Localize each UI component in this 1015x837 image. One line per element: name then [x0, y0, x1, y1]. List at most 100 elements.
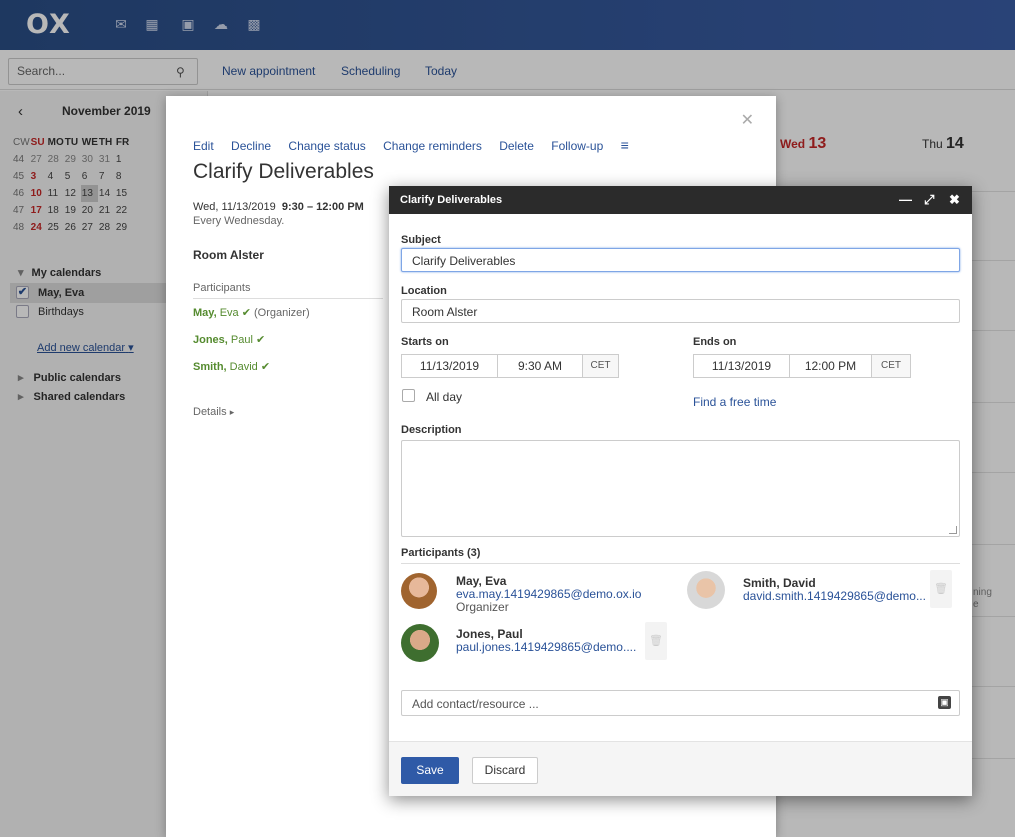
minical-day[interactable]: 25 — [47, 219, 64, 236]
minical-day[interactable]: 21 — [98, 202, 115, 219]
minical-day[interactable]: 7 — [98, 168, 115, 185]
day-header-wed[interactable]: Wed 13 — [780, 135, 826, 153]
minical-day[interactable]: 27 — [30, 151, 47, 168]
minical-day[interactable]: 20 — [81, 202, 98, 219]
minical-day[interactable]: 1 — [115, 151, 132, 168]
minical-day[interactable]: 14 — [98, 185, 115, 202]
participant-jones-paul[interactable]: Jones, Paul ✔ — [193, 333, 265, 346]
change-status-link[interactable]: Change status — [288, 139, 365, 153]
day-header-thu[interactable]: Thu 14 — [922, 135, 964, 153]
add-contact-input[interactable]: Add contact/resource ... ▣ — [401, 690, 960, 716]
address-book-icon[interactable]: ▣ — [938, 696, 951, 709]
discard-button[interactable]: Discard — [472, 757, 538, 784]
details-toggle[interactable]: Details ▸ — [193, 406, 234, 418]
minical-day[interactable]: 6 — [81, 168, 98, 185]
public-calendars-label: Public calendars — [33, 372, 121, 384]
calendar-icon[interactable]: ▦ — [142, 14, 162, 34]
description-label: Description — [401, 424, 462, 436]
participant-email[interactable]: paul.jones.1419429865@demo.... — [456, 640, 636, 654]
minical-day[interactable]: 26 — [64, 219, 81, 236]
minical-day[interactable]: 3 — [30, 168, 47, 185]
participant-email[interactable]: david.smith.1419429865@demo... — [743, 589, 926, 603]
add-new-calendar-link[interactable]: Add new calendar ▾ — [37, 341, 134, 354]
search-input[interactable]: Search... — [8, 58, 198, 85]
minical-day[interactable]: 8 — [115, 168, 132, 185]
close-icon[interactable]: ✕ — [741, 110, 754, 130]
caret-down-icon: ▾ — [18, 267, 24, 279]
description-textarea[interactable] — [401, 440, 960, 537]
contacts-icon[interactable]: ▣ — [178, 14, 198, 34]
follow-up-link[interactable]: Follow-up — [551, 139, 603, 153]
start-date-input[interactable]: 11/13/2019 — [401, 354, 498, 378]
minical-day[interactable]: 28 — [98, 219, 115, 236]
minical-day[interactable]: 18 — [47, 202, 64, 219]
today-link[interactable]: Today — [425, 64, 457, 78]
expand-icon[interactable]: ⤢ — [924, 192, 934, 208]
caret-right-icon: ▸ — [229, 407, 235, 417]
close-icon[interactable]: ✖ — [949, 192, 960, 208]
event-snippet[interactable]: e — [973, 599, 979, 610]
all-day-checkbox[interactable] — [402, 389, 415, 402]
minical-day[interactable]: 15 — [115, 185, 132, 202]
new-appointment-link[interactable]: New appointment — [222, 64, 315, 78]
subject-input[interactable]: Clarify Deliverables — [401, 248, 960, 272]
minical-day[interactable]: 29 — [64, 151, 81, 168]
delete-link[interactable]: Delete — [499, 139, 534, 153]
minical-header: CW — [13, 137, 30, 148]
trash-icon[interactable]: 🗑 — [645, 622, 667, 660]
minical-day[interactable]: 31 — [98, 151, 115, 168]
ox-logo[interactable]: OX — [26, 9, 78, 40]
participant-smith-david[interactable]: Smith, David ✔ — [193, 360, 270, 373]
participant-may-eva[interactable]: May, Eva ✔ (Organizer) — [193, 306, 310, 319]
minical-day[interactable]: 30 — [81, 151, 98, 168]
minimize-icon[interactable]: — — [899, 192, 912, 207]
end-time-input[interactable]: 12:00 PM — [789, 354, 872, 378]
minical-header: WE — [81, 137, 98, 148]
minical-day[interactable]: 17 — [30, 202, 47, 219]
end-timezone-button[interactable]: CET — [871, 354, 911, 378]
save-button[interactable]: Save — [401, 757, 459, 784]
scheduling-link[interactable]: Scheduling — [341, 64, 400, 78]
minical-day[interactable]: 4 — [47, 168, 64, 185]
event-snippet[interactable]: ning — [973, 587, 992, 598]
decline-link[interactable]: Decline — [231, 139, 271, 153]
start-time-input[interactable]: 9:30 AM — [497, 354, 583, 378]
participant-email[interactable]: eva.may.1419429865@demo.ox.io — [456, 587, 641, 601]
shared-calendars-heading[interactable]: ▸ Shared calendars — [18, 390, 125, 403]
find-free-time-link[interactable]: Find a free time — [693, 395, 776, 409]
minical-day[interactable]: 19 — [64, 202, 81, 219]
minical-day[interactable]: 10 — [30, 185, 47, 202]
minical-day[interactable]: 28 — [47, 151, 64, 168]
resize-handle-icon[interactable] — [949, 526, 957, 534]
checkbox-checked-icon[interactable]: ✔ — [16, 286, 29, 299]
dialog-header[interactable]: Clarify Deliverables — ⤢ ✖ — [389, 186, 972, 214]
location-input[interactable]: Room Alster — [401, 299, 960, 323]
minical-day[interactable]: 27 — [81, 219, 98, 236]
start-timezone-button[interactable]: CET — [582, 354, 619, 378]
drive-icon[interactable]: ☁ — [211, 14, 231, 34]
participant-first-name: Paul — [227, 334, 253, 346]
participants-heading: Participants — [193, 282, 383, 299]
my-calendars-heading[interactable]: ▾ My calendars — [18, 266, 101, 279]
checkbox[interactable] — [16, 305, 29, 318]
minical-day[interactable]: 24 — [30, 219, 47, 236]
minical-day[interactable]: 29 — [115, 219, 132, 236]
minical-day-today[interactable]: 13 — [80, 185, 98, 202]
chevron-left-icon[interactable]: ‹ — [18, 103, 23, 120]
apps-grid-icon[interactable]: ▩ — [244, 14, 264, 34]
detail-actions: Edit Decline Change status Change remind… — [193, 137, 643, 153]
minical-day[interactable]: 5 — [64, 168, 81, 185]
mail-icon[interactable]: ✉ — [111, 14, 131, 34]
minical-day[interactable]: 12 — [64, 185, 81, 202]
participant-first-name: David — [226, 361, 258, 373]
search-icon[interactable]: ⚲ — [176, 65, 185, 79]
participant-role: (Organizer) — [250, 307, 310, 319]
edit-link[interactable]: Edit — [193, 139, 214, 153]
minical-day[interactable]: 22 — [115, 202, 132, 219]
end-date-input[interactable]: 11/13/2019 — [693, 354, 790, 378]
public-calendars-heading[interactable]: ▸ Public calendars — [18, 371, 121, 384]
trash-icon[interactable]: 🗑 — [930, 570, 952, 608]
change-reminders-link[interactable]: Change reminders — [383, 139, 482, 153]
minical-day[interactable]: 11 — [47, 185, 64, 202]
menu-icon[interactable]: ≡ — [621, 137, 629, 153]
